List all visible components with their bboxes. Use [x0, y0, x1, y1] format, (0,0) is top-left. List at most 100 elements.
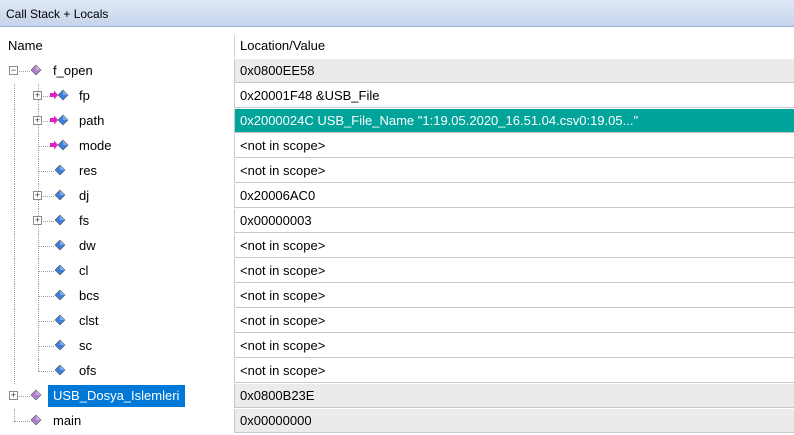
value-text: 0x0800EE58	[240, 63, 315, 78]
column-header-name[interactable]: Name	[8, 38, 43, 53]
name-label[interactable]: dw	[79, 238, 96, 253]
tree-row-mode[interactable]: mode <not in scope>	[0, 134, 794, 159]
value-cell[interactable]: <not in scope>	[234, 334, 794, 358]
column-header: Name Location/Value	[0, 35, 794, 57]
value-text: <not in scope>	[240, 338, 326, 353]
name-label[interactable]: fs	[79, 213, 89, 228]
expand-toggle-icon[interactable]: +	[33, 91, 42, 100]
value-cell[interactable]: <not in scope>	[234, 259, 794, 283]
value-cell[interactable]: 0x2000024C USB_File_Name "1:19.05.2020_1…	[234, 109, 794, 133]
name-label[interactable]: path	[79, 113, 104, 128]
tree-row-dw[interactable]: dw <not in scope>	[0, 234, 794, 259]
name-cell: bcs	[0, 284, 234, 309]
value-cell[interactable]: 0x20006AC0	[234, 184, 794, 208]
value-cell[interactable]: <not in scope>	[234, 359, 794, 383]
name-cell: + fp	[0, 84, 234, 109]
name-cell: clst	[0, 309, 234, 334]
value-cell[interactable]: 0x00000000	[234, 409, 794, 433]
function-icon	[26, 63, 46, 77]
name-cell: ofs	[0, 359, 234, 384]
name-cell: main	[0, 409, 234, 434]
tree-row-sc[interactable]: sc <not in scope>	[0, 334, 794, 359]
tree-connector	[14, 84, 15, 109]
name-label[interactable]: cl	[79, 263, 88, 278]
variable-icon	[50, 263, 70, 277]
name-label[interactable]: sc	[79, 338, 92, 353]
variable-icon	[50, 163, 70, 177]
name-label[interactable]: res	[79, 163, 97, 178]
value-cell[interactable]: <not in scope>	[234, 234, 794, 258]
name-label[interactable]: main	[53, 413, 81, 428]
tree-connector	[14, 259, 15, 284]
name-label[interactable]: mode	[79, 138, 112, 153]
variable-icon	[50, 338, 70, 352]
value-text: 0x00000000	[240, 413, 312, 428]
column-header-value[interactable]: Location/Value	[240, 38, 325, 53]
value-text: 0x2000024C USB_File_Name "1:19.05.2020_1…	[240, 113, 639, 128]
tree-row-clst[interactable]: clst <not in scope>	[0, 309, 794, 334]
value-text: <not in scope>	[240, 238, 326, 253]
tree-connector	[14, 209, 15, 234]
tree-row-usb-dosya-islemleri[interactable]: + USB_Dosya_Islemleri 0x0800B23E	[0, 384, 794, 409]
name-label[interactable]: f_open	[53, 63, 93, 78]
name-cell: + dj	[0, 184, 234, 209]
expand-toggle-icon[interactable]: +	[33, 216, 42, 225]
tree-connector	[14, 234, 15, 259]
value-cell[interactable]: 0x0800EE58	[234, 59, 794, 83]
value-text: <not in scope>	[240, 138, 326, 153]
tree-connector	[14, 334, 15, 359]
name-label[interactable]: dj	[79, 188, 89, 203]
pointer-param-icon	[50, 88, 70, 102]
column-divider[interactable]	[234, 35, 235, 57]
name-cell: − f_open	[0, 59, 234, 84]
function-icon	[26, 388, 46, 402]
name-cell: + path	[0, 109, 234, 134]
window-titlebar: Call Stack + Locals	[0, 0, 794, 27]
tree-row-f-open[interactable]: − f_open 0x0800EE58	[0, 59, 794, 84]
tree-row-cl[interactable]: cl <not in scope>	[0, 259, 794, 284]
name-label[interactable]: fp	[79, 88, 90, 103]
function-icon	[26, 413, 46, 427]
value-cell[interactable]: <not in scope>	[234, 309, 794, 333]
tree-row-fp[interactable]: + fp 0x20001F48 &USB_File	[0, 84, 794, 109]
value-cell[interactable]: <not in scope>	[234, 284, 794, 308]
value-cell[interactable]: <not in scope>	[234, 134, 794, 158]
name-label[interactable]: USB_Dosya_Islemleri	[48, 385, 186, 407]
variable-icon	[50, 238, 70, 252]
value-text: 0x20006AC0	[240, 188, 316, 203]
pointer-param-icon	[50, 113, 70, 127]
tree-connector	[14, 409, 15, 421]
name-cell: mode	[0, 134, 234, 159]
name-label[interactable]: ofs	[79, 363, 96, 378]
tree-connector	[14, 309, 15, 334]
tree-connector	[14, 109, 15, 134]
variable-icon	[50, 313, 70, 327]
expand-toggle-icon[interactable]: +	[9, 391, 18, 400]
tree-row-ofs[interactable]: ofs <not in scope>	[0, 359, 794, 384]
value-cell[interactable]: <not in scope>	[234, 159, 794, 183]
value-cell[interactable]: 0x0800B23E	[234, 384, 794, 408]
tree-row-dj[interactable]: + dj 0x20006AC0	[0, 184, 794, 209]
name-label[interactable]: bcs	[79, 288, 99, 303]
value-cell[interactable]: 0x20001F48 &USB_File	[234, 84, 794, 108]
tree-row-fs[interactable]: + fs 0x00000003	[0, 209, 794, 234]
tree-connector	[14, 134, 15, 159]
tree-row-res[interactable]: res <not in scope>	[0, 159, 794, 184]
name-cell: cl	[0, 259, 234, 284]
variable-icon	[50, 213, 70, 227]
collapse-toggle-icon[interactable]: −	[9, 66, 18, 75]
expand-toggle-icon[interactable]: +	[33, 191, 42, 200]
pointer-param-icon	[50, 138, 70, 152]
tree-connector	[38, 359, 39, 371]
name-cell: + USB_Dosya_Islemleri	[0, 384, 234, 409]
name-label[interactable]: clst	[79, 313, 99, 328]
tree-connector	[14, 284, 15, 309]
value-cell[interactable]: 0x00000003	[234, 209, 794, 233]
name-cell: dw	[0, 234, 234, 259]
tree-row-path[interactable]: + path 0x2000024C USB_File_Name "1:19.05.2…	[0, 109, 794, 134]
tree-row-main[interactable]: main 0x00000000	[0, 409, 794, 434]
tree-row-bcs[interactable]: bcs <not in scope>	[0, 284, 794, 309]
name-cell: + fs	[0, 209, 234, 234]
tree-connector	[14, 159, 15, 184]
expand-toggle-icon[interactable]: +	[33, 116, 42, 125]
